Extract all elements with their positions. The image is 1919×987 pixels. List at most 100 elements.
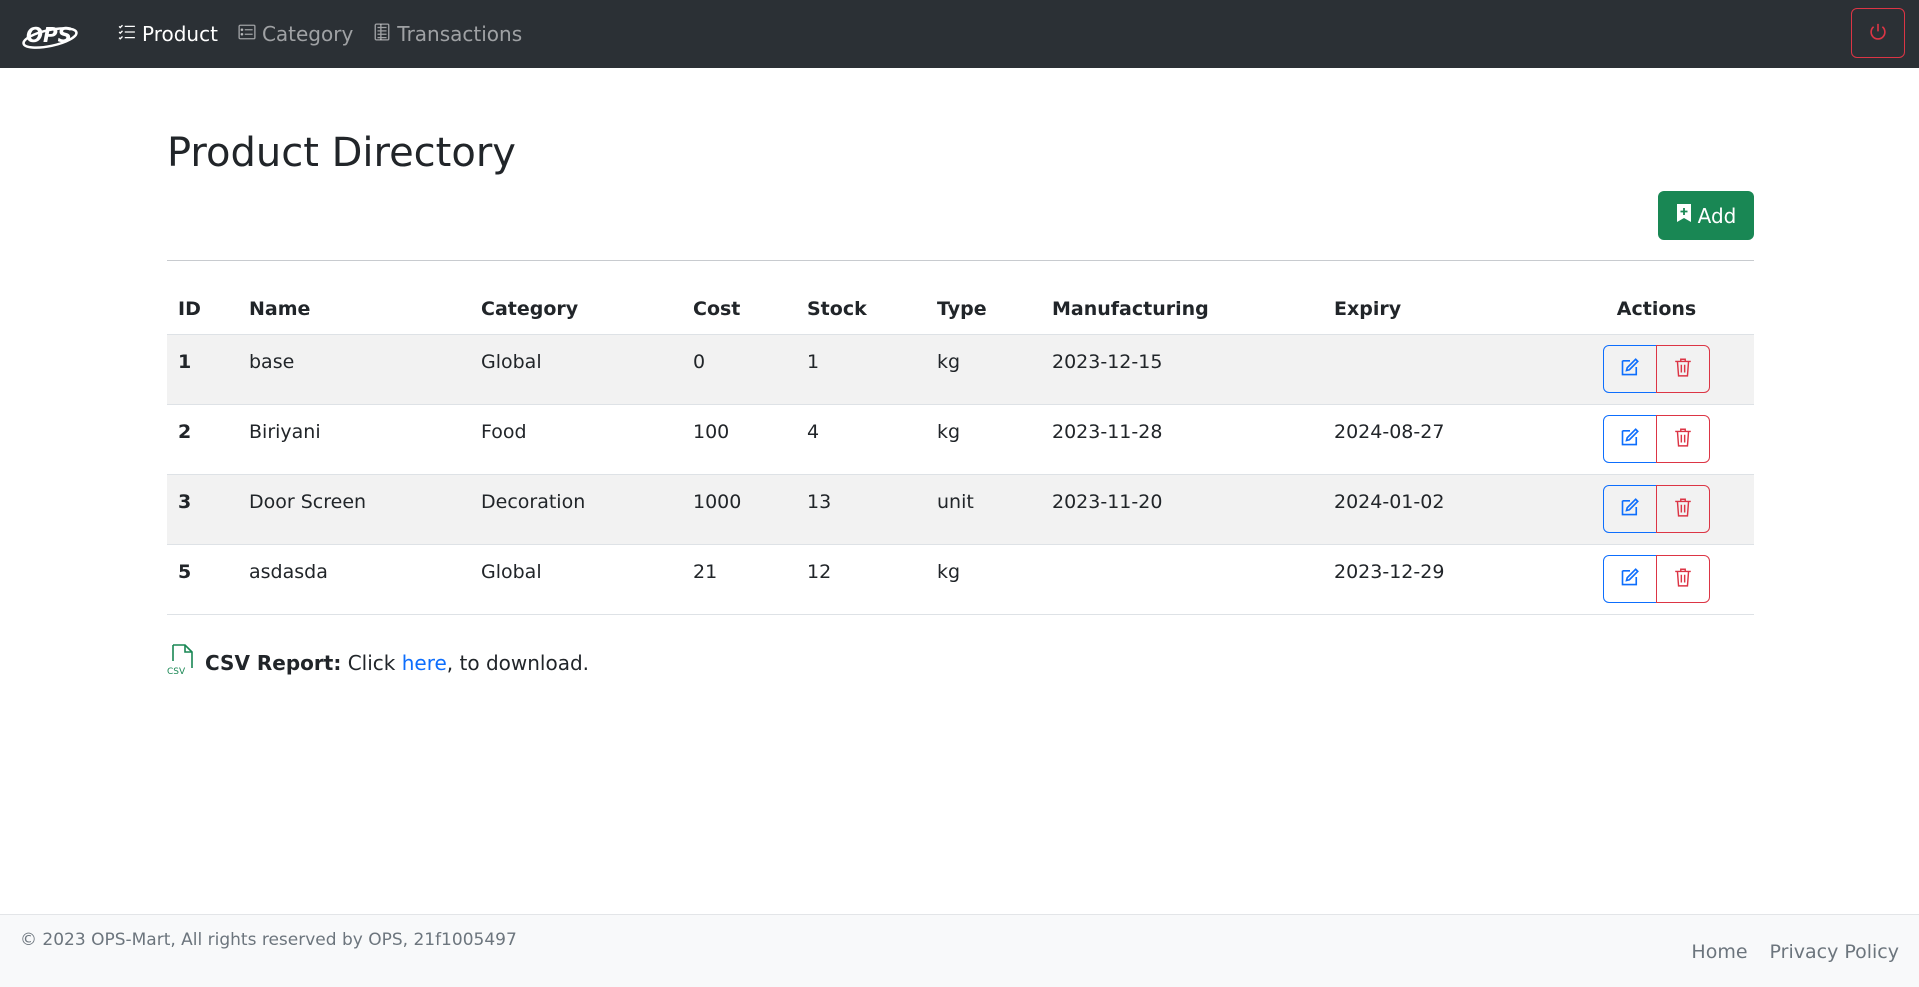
cell-category: Food [470,404,682,475]
page-title: Product Directory [167,130,516,176]
logout-button[interactable] [1851,8,1905,58]
table-row: 5 asdasda Global 21 12 kg 2023-12-29 [167,544,1754,615]
cell-cost: 21 [682,544,796,615]
trash-icon [1674,427,1692,450]
column-header-cost: Cost [682,284,796,335]
column-header-category: Category [470,284,682,335]
table-row: 2 Biriyani Food 100 4 kg 2023-11-28 2024-08-27 [167,404,1754,475]
power-icon [1868,22,1888,45]
cell-category: Global [470,334,682,405]
cell-manufacturing: 2023-12-15 [1041,334,1323,405]
footer-link-privacy-policy[interactable]: Privacy Policy [1770,941,1899,963]
copyright-text: © 2023 OPS-Mart, All rights reserved by … [20,930,517,950]
svg-text:OPS: OPS [26,23,72,47]
edit-button[interactable] [1603,554,1657,603]
bookmark-plus-icon [1676,203,1692,228]
cell-name: asdasda [238,544,470,615]
trash-icon [1674,357,1692,380]
edit-icon [1620,497,1640,520]
cell-actions [1559,404,1754,475]
table-row: 1 base Global 0 1 kg 2023-12-15 [167,334,1754,405]
cell-cost: 1000 [682,474,796,545]
cell-stock: 12 [796,544,926,615]
column-header-manufacturing: Manufacturing [1041,284,1323,335]
cell-type: kg [926,334,1041,405]
edit-icon [1620,567,1640,590]
row-actions [1603,484,1710,533]
cell-expiry: 2024-08-27 [1323,404,1559,475]
cell-cost: 0 [682,334,796,405]
edit-icon [1620,357,1640,380]
cell-manufacturing: 2023-11-28 [1041,404,1323,475]
cell-id: 1 [167,334,238,405]
edit-button[interactable] [1603,344,1657,393]
delete-button[interactable] [1656,554,1710,603]
cell-stock: 4 [796,404,926,475]
nav-item-product[interactable]: Product [118,22,218,46]
edit-button[interactable] [1603,484,1657,533]
cell-category: Global [470,544,682,615]
footer: © 2023 OPS-Mart, All rights reserved by … [0,914,1919,987]
cell-type: kg [926,404,1041,475]
add-product-button[interactable]: Add [1658,191,1754,240]
table-header-row: ID Name Category Cost Stock Type Manufac… [167,284,1754,335]
delete-button[interactable] [1656,344,1710,393]
cell-expiry: 2023-12-29 [1323,544,1559,615]
file-csv-icon: CSV [167,644,197,681]
brand-logo[interactable]: OPS [20,12,82,56]
footer-link-home[interactable]: Home [1691,941,1747,963]
cell-type: kg [926,544,1041,615]
cell-stock: 1 [796,334,926,405]
cell-actions [1559,544,1754,615]
trash-icon [1674,497,1692,520]
ledger-icon [373,22,391,46]
cell-expiry: 2024-01-02 [1323,474,1559,545]
cell-name: base [238,334,470,405]
column-header-id: ID [167,284,238,335]
cell-actions [1559,334,1754,405]
row-actions [1603,554,1710,603]
column-header-stock: Stock [796,284,926,335]
cell-category: Decoration [470,474,682,545]
nav-item-label: Product [142,22,218,46]
trash-icon [1674,567,1692,590]
cell-type: unit [926,474,1041,545]
cell-id: 3 [167,474,238,545]
cell-name: Biriyani [238,404,470,475]
nav-item-label: Transactions [397,22,523,46]
cell-name: Door Screen [238,474,470,545]
cell-id: 5 [167,544,238,615]
csv-download-link[interactable]: here [402,651,447,675]
add-button-label: Add [1697,203,1737,228]
table-row: 3 Door Screen Decoration 1000 13 unit 2023-11-… [167,474,1754,545]
cell-manufacturing [1041,544,1323,615]
divider [167,260,1754,261]
column-header-name: Name [238,284,470,335]
nav-item-transactions[interactable]: Transactions [373,22,522,46]
cell-id: 2 [167,404,238,475]
column-header-actions: Actions [1559,284,1754,335]
row-actions [1603,414,1710,463]
cell-stock: 13 [796,474,926,545]
csv-report-line: CSV CSV Report: Click here, to download. [167,644,589,681]
csv-report-label: CSV Report: [205,650,342,675]
delete-button[interactable] [1656,484,1710,533]
nav-item-category[interactable]: Category [238,22,353,46]
delete-button[interactable] [1656,414,1710,463]
column-header-expiry: Expiry [1323,284,1559,335]
list-check-icon [118,22,136,46]
edit-button[interactable] [1603,414,1657,463]
cell-cost: 100 [682,404,796,475]
card-list-icon [238,22,256,46]
edit-icon [1620,427,1640,450]
cell-actions [1559,474,1754,545]
csv-text-before: Click [341,650,402,675]
row-actions [1603,344,1710,393]
product-table: ID Name Category Cost Stock Type Manufac… [167,284,1754,615]
column-header-type: Type [926,284,1041,335]
svg-text:CSV: CSV [167,667,186,676]
nav-item-label: Category [261,22,354,46]
cell-manufacturing: 2023-11-20 [1041,474,1323,545]
cell-expiry [1323,334,1559,405]
csv-text-after: , to download. [446,650,590,675]
